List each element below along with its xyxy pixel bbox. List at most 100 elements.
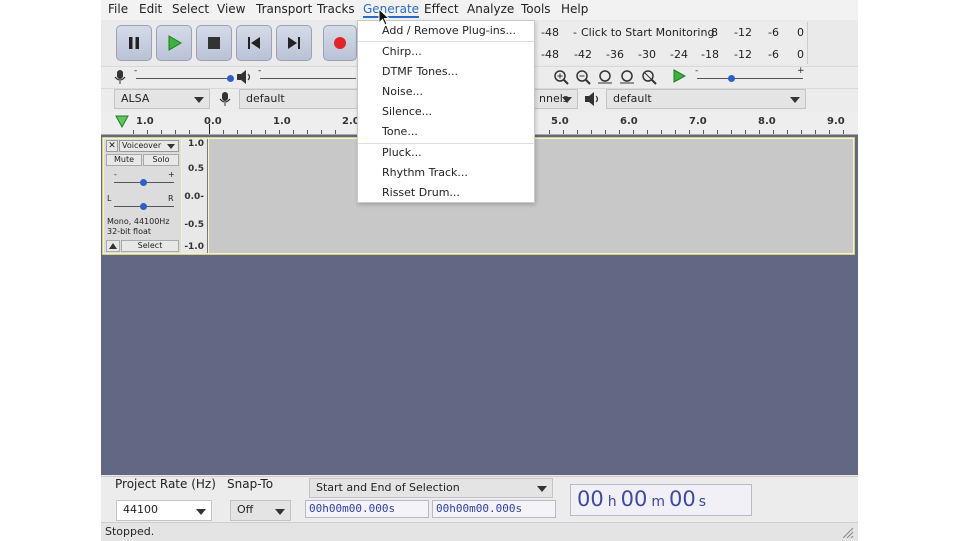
stop-icon [208, 37, 220, 49]
scale-label: 0.0- [184, 192, 204, 202]
menu-item-risset-drum[interactable]: Risset Drum... [382, 186, 460, 199]
speaker-icon [237, 70, 251, 84]
play-volume-slider[interactable] [260, 78, 356, 79]
audio-position-display[interactable]: 00 h 00 m 00 s [570, 484, 752, 516]
menu-bar: File Edit Select View Transport Tracks G… [101, 0, 858, 20]
time-minutes-unit: m [651, 494, 665, 510]
record-meter-tick: -48 [541, 26, 559, 39]
recording-device-value: default [246, 92, 285, 105]
play-at-speed-icon[interactable] [672, 69, 686, 83]
record-meter-tick: -6 [768, 26, 779, 39]
generate-menu: Add / Remove Plug-ins... Chirp... DTMF T… [357, 20, 535, 203]
fit-project-icon[interactable] [619, 69, 635, 85]
play-speed-knob[interactable] [728, 75, 735, 82]
menu-select[interactable]: Select [172, 2, 209, 16]
skip-start-button[interactable] [236, 25, 272, 61]
track-bit-depth: 32-bit float [107, 227, 152, 236]
stop-button[interactable] [196, 25, 232, 61]
record-volume-slider[interactable] [136, 78, 232, 79]
selection-end-time[interactable]: 00h00m00.000s [432, 500, 556, 518]
mute-button[interactable]: Mute [106, 154, 142, 166]
track-name-menu[interactable]: Voiceover [119, 140, 179, 152]
play-meter-tick: -18 [701, 48, 719, 61]
zoom-in-icon[interactable] [553, 69, 569, 85]
record-button[interactable] [323, 25, 357, 61]
menu-item-add-remove-plugins[interactable]: Add / Remove Plug-ins... [382, 24, 516, 37]
selection-mode-dropdown[interactable]: Start and End of Selection [309, 478, 553, 498]
menu-transport[interactable]: Transport [256, 2, 312, 16]
audio-host-value: ALSA [121, 92, 150, 105]
track-name: Voiceover [122, 141, 162, 150]
menu-item-noise[interactable]: Noise... [382, 85, 423, 98]
play-meter-tick: -36 [606, 48, 624, 61]
menu-item-tone[interactable]: Tone... [382, 125, 418, 138]
speed-max: + [797, 66, 805, 76]
menu-tools[interactable]: Tools [521, 2, 551, 16]
record-volume-min: - [134, 66, 138, 76]
chevron-down-icon [167, 144, 175, 149]
play-button[interactable] [156, 25, 192, 61]
menu-edit[interactable]: Edit [139, 2, 162, 16]
collapse-track-button[interactable] [106, 240, 120, 252]
menu-item-chirp[interactable]: Chirp... [382, 45, 422, 58]
snap-to-dropdown[interactable]: Off [230, 500, 291, 521]
menu-effect[interactable]: Effect [424, 2, 459, 16]
time-seconds: 00 [668, 487, 696, 511]
zoom-out-icon[interactable] [575, 69, 591, 85]
collapse-arrow-icon [109, 243, 117, 249]
time-minutes: 00 [620, 487, 648, 511]
recording-device-dropdown[interactable]: default [239, 89, 359, 109]
scale-label: 1.0 [188, 139, 204, 149]
menu-analyze[interactable]: Analyze [467, 2, 514, 16]
play-meter-tick: -12 [734, 48, 752, 61]
record-meter-hint[interactable]: - Click to Start Monitoring [573, 26, 714, 39]
scale-label: 0.5 [188, 164, 204, 174]
resize-grip-icon[interactable] [841, 526, 854, 539]
play-speed-slider[interactable] [697, 78, 803, 79]
menu-file[interactable]: File [108, 2, 128, 16]
playback-device-dropdown[interactable]: default [606, 89, 806, 109]
play-head-icon[interactable] [115, 115, 129, 128]
select-track-button[interactable]: Select [121, 240, 179, 252]
menu-item-rhythm-track[interactable]: Rhythm Track... [382, 166, 468, 179]
play-icon [168, 35, 182, 51]
project-rate-label: Project Rate (Hz) [115, 477, 216, 491]
skip-start-icon [248, 37, 260, 49]
pan-slider-knob[interactable] [140, 203, 147, 210]
menu-help[interactable]: Help [561, 2, 588, 16]
recording-channels-dropdown[interactable]: nnels [533, 89, 578, 109]
menu-tracks[interactable]: Tracks [317, 2, 355, 16]
menu-item-dtmf-tones[interactable]: DTMF Tones... [382, 65, 458, 78]
pan-left-label: L [107, 194, 112, 203]
play-meter-tick: -24 [670, 48, 688, 61]
menu-item-silence[interactable]: Silence... [382, 105, 432, 118]
menu-separator [358, 143, 534, 144]
menu-item-pluck[interactable]: Pluck... [382, 146, 422, 159]
menu-generate[interactable]: Generate [363, 2, 420, 18]
record-volume-knob[interactable] [227, 75, 234, 82]
ruler-label: 1.0 [136, 116, 154, 127]
menu-view[interactable]: View [217, 2, 245, 16]
fit-selection-icon[interactable] [597, 69, 613, 85]
pause-button[interactable] [116, 25, 152, 61]
record-meter-tick: 0 [797, 26, 804, 39]
solo-button[interactable]: Solo [143, 154, 179, 166]
play-meter-tick: -42 [574, 48, 592, 61]
skip-end-icon [288, 37, 300, 49]
close-track-icon[interactable]: ✕ [106, 140, 118, 152]
record-device-microphone-icon [219, 92, 231, 106]
audio-host-dropdown[interactable]: ALSA [114, 89, 210, 109]
zoom-toggle-icon[interactable] [641, 69, 657, 85]
pause-icon [129, 37, 139, 49]
snap-to-value: Off [237, 503, 254, 516]
record-meter-tick: -12 [734, 26, 752, 39]
gain-slider-knob[interactable] [140, 179, 147, 186]
scale-label: -0.5 [184, 220, 204, 230]
skip-end-button[interactable] [276, 25, 312, 61]
ruler-label: 7.0 [689, 116, 707, 127]
ruler-label: 5.0 [551, 116, 569, 127]
play-meter-tick: -6 [768, 48, 779, 61]
selection-start-time[interactable]: 00h00m00.000s [305, 500, 429, 518]
ruler-label: 0.0 [204, 116, 222, 127]
project-rate-dropdown[interactable]: 44100 [116, 500, 212, 521]
